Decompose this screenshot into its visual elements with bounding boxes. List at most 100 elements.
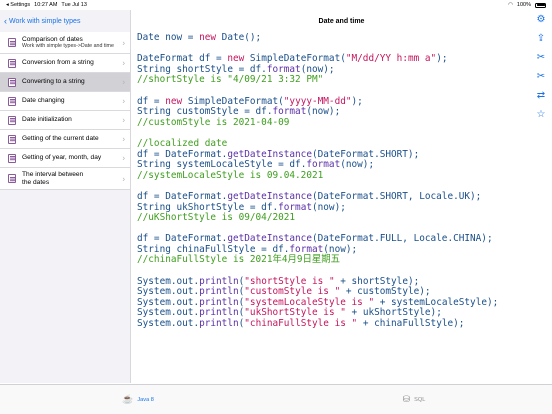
code-token: new [165,95,183,107]
tab-java[interactable]: ☕ Java 8 [0,385,276,414]
code-token: System [137,275,171,287]
code-token: df = DateFormat. [137,233,228,245]
document-icon [8,115,16,125]
sidebar-item-label: Date initialization [22,116,72,124]
sidebar-item-label: The interval between the dates [22,170,84,186]
code-token: systemLocaleStyle = df. [170,159,307,171]
document-icon [8,38,16,47]
battery-percent: 100% [516,2,531,8]
sidebar-item[interactable]: Converting to a string › [0,73,130,92]
code-token: + systemLocaleStyle); [374,296,499,308]
code-token: df = [193,53,228,65]
wifi-icon: ◠ [508,2,513,8]
code-token: "M/dd/YY h:mm a" [345,53,437,65]
code-token: + ukShortStyle); [345,307,442,319]
code-token: String [137,159,171,171]
code-token: //uKShortStyle is 09/04/2021 [137,212,296,224]
sidebar-back-button[interactable]: ‹ Work with simple types [0,10,130,32]
share-icon[interactable]: ⇪ [537,33,545,45]
chevron-right-icon: › [122,96,125,106]
code-token: format [266,63,301,75]
scissors-icon-2[interactable]: ✂ [537,71,545,83]
code-token: df = DateFormat. [137,190,228,202]
star-icon[interactable]: ☆ [537,109,546,121]
code-token: //customStyle is 2021-04-09 [137,116,290,128]
database-icon: ⛁ [402,394,411,404]
java-cup-icon: ☕ [122,394,134,404]
sidebar-item-label: Converting to a string [22,78,85,86]
code-token: //chinaFullStyle is 2021年4月9日星期五 [137,254,341,266]
code-token: System [137,318,171,330]
code-token: "ukShortStyle is " [244,307,346,319]
tab-sql-label: SQL [414,396,426,403]
chevron-right-icon: › [122,38,125,47]
code-token: getDateInstance [227,148,312,160]
sidebar-item-label: Getting of year, month, day [22,154,102,162]
code-token: System [137,286,171,298]
code-token: .out. [170,318,200,330]
scissors-icon[interactable]: ✂ [537,52,545,64]
chevron-right-icon: › [122,134,125,144]
chevron-right-icon: › [122,174,125,183]
code-line: System.out.println("chinaFullStyle is " … [137,318,537,330]
chevron-right-icon: › [122,58,125,68]
code-line: //uKShortStyle is 09/04/2021 [137,212,537,224]
code-token: println [199,307,239,319]
sidebar-item[interactable]: The interval between the dates › [0,168,130,190]
sidebar-item[interactable]: Conversion from a string › [0,54,130,73]
code-token: new [199,33,217,43]
code-token: SimpleDateFormat( [182,95,284,107]
code-token: String [137,63,171,75]
chevron-right-icon: › [122,115,125,125]
code-token: .out. [170,275,200,287]
code-token: + shortStyle); [334,275,420,287]
sidebar-item-label: Conversion from a string [22,59,94,67]
code-line: //systemLocaleStyle is 09.04.2021 [137,170,537,182]
sidebar-back-label: Work with simple types [9,17,81,25]
document-icon [8,153,16,163]
code-token: customStyle = df. [170,106,273,118]
link-icon[interactable]: ⇄ [537,90,545,102]
sidebar-item[interactable]: Getting of the current date › [0,130,130,149]
code-token: ); [436,53,448,65]
code-token: Date [137,33,160,43]
code-token: println [199,286,239,298]
chevron-left-icon: ‹ [4,15,7,26]
code-token: df = [137,95,166,107]
code-token: SimpleDateFormat( [244,53,346,65]
code-token: println [199,296,239,308]
code-token: "systemLocaleStyle is " [244,296,375,308]
code-token: DateFormat [137,53,194,65]
document-icon [8,77,16,87]
chevron-right-icon: › [122,153,125,163]
code-token: String [137,106,171,118]
sidebar-item-label: Comparison of dates [22,35,83,43]
tab-sql[interactable]: ⛁ SQL [276,385,552,414]
battery-icon [535,2,546,8]
sidebar-item[interactable]: Date initialization › [0,111,130,130]
code-token: now = [159,33,200,43]
code-viewer[interactable]: Date now = new Date(); DateFormat df = n… [137,33,537,385]
sidebar-item-label: Date changing [22,97,65,105]
chevron-right-icon: › [122,77,125,87]
code-token: "shortStyle is " [244,275,335,287]
code-token: ); [351,95,363,107]
sidebar-item[interactable]: Getting of year, month, day › [0,149,130,168]
sidebar-item[interactable]: Comparison of dates Work with simple type… [0,32,130,54]
code-token: System [137,296,171,308]
document-icon [8,174,16,183]
gear-icon[interactable]: ⚙ [537,14,546,26]
back-to-app-link[interactable]: ◂ Settings [6,2,30,8]
code-token: .out. [170,286,200,298]
code-token: df = DateFormat. [137,148,228,160]
status-date: Tue Jul 13 [61,2,87,8]
code-line: //chinaFullStyle is 2021年4月9日星期五 [137,255,537,266]
code-token: println [199,275,239,287]
code-token: //shortStyle is "4/09/21 3:32 PM" [137,74,324,86]
code-token: println [199,318,239,330]
sidebar-item-subtitle: Work with simple types->Date and time [22,43,114,50]
code-token: + chinaFullStyle); [357,318,465,330]
code-token: (now); [300,63,335,75]
sidebar-item[interactable]: Date changing › [0,92,130,111]
code-line: //shortStyle is "4/09/21 3:32 PM" [137,75,537,86]
